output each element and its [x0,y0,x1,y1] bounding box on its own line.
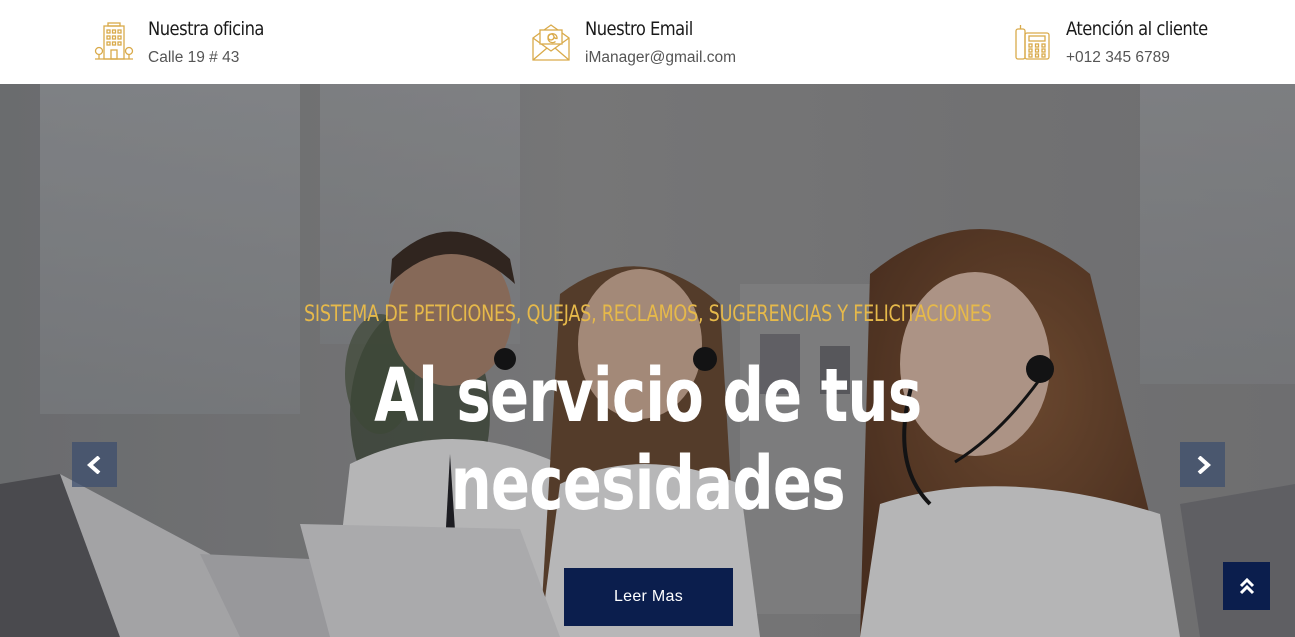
email-title: Nuestro Email [585,17,693,40]
envelope-icon [529,20,573,64]
phone-icon [1010,20,1054,64]
hero-headline-line2: necesidades [450,441,845,527]
support-title: Atención al cliente [1066,17,1208,40]
email-address[interactable]: iManager@gmail.com [585,48,736,68]
building-icon [92,20,136,64]
hero-kicker: SISTEMA DE PETICIONES, QUEJAS, RECLAMOS,… [303,302,992,327]
chevron-left-icon [86,455,100,474]
hero-headline: Al servicio de tus necesidades [0,352,1295,528]
office-info: Nuestra oficina Calle 19 # 43 [92,0,283,84]
email-info: Nuestro Email iManager@gmail.com [529,0,736,84]
office-address: Calle 19 # 43 [148,48,240,66]
hero-headline-line1: Al servicio de tus [373,353,922,439]
carousel-prev-button[interactable] [72,442,117,487]
support-info: Atención al cliente +012 345 6789 [1010,0,1231,84]
chevron-right-icon [1197,455,1211,474]
support-phone[interactable]: +012 345 6789 [1066,48,1231,68]
double-chevron-up-icon [1239,577,1254,595]
office-title: Nuestra oficina [148,17,264,40]
carousel-next-button[interactable] [1180,442,1225,487]
hero-carousel: SISTEMA DE PETICIONES, QUEJAS, RECLAMOS,… [0,84,1295,637]
read-more-button[interactable]: Leer Mas [564,568,733,626]
back-to-top-button[interactable] [1223,562,1270,610]
contact-bar: Nuestra oficina Calle 19 # 43 Nuestro Em… [0,0,1295,84]
